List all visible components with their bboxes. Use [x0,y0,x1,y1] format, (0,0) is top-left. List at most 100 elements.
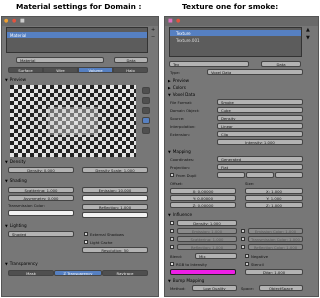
preview-type-sphere[interactable] [142,87,150,94]
tab-halo[interactable]: Halo [113,67,148,73]
source-dropdown[interactable]: Density [217,115,303,121]
texture-data-dropdown[interactable]: Data [261,61,301,67]
material-name-field[interactable]: Material [16,57,104,63]
tab-wire[interactable]: Wire [43,67,78,73]
reflection-influence-field[interactable]: Reflection: 1.000 [177,244,237,250]
offset-x-field[interactable]: X: 0.00000 [170,188,236,194]
scattering-influence-checkbox[interactable] [170,237,174,241]
material-slot-selected[interactable]: Material [7,32,147,38]
stencil-checkbox[interactable] [245,262,249,266]
lighting-section-header[interactable]: ▼ Lighting [2,222,158,229]
external-shadows-checkbox[interactable] [84,232,88,236]
preview-type-cube[interactable] [142,97,150,104]
from-dupli-checkbox[interactable] [170,173,174,177]
offset-z-field[interactable]: Z: 0.00000 [170,202,236,208]
dvar-field[interactable]: DVar: 1.000 [245,269,303,275]
emission-color-swatch[interactable] [82,195,148,201]
transmission-color-influence-checkbox[interactable] [241,237,245,241]
tab-surface[interactable]: Surface [8,67,43,73]
emission-influence-checkbox[interactable] [170,229,174,233]
offset-y-field[interactable]: Y: 0.00000 [170,195,236,201]
projection-label: Projection: [170,165,191,170]
remove-slot-icon[interactable]: − [151,35,155,40]
texture-icon[interactable]: ■ [168,19,173,24]
transmission-color-influence-field[interactable]: Transmission Color: 1.000 [248,236,303,242]
influence-section-header[interactable]: ▼ Influence [165,211,318,218]
transmission-color-swatch[interactable] [8,210,74,216]
texture-name-field[interactable]: Tex [169,61,249,67]
negative-checkbox[interactable] [245,254,249,258]
light-cache-label: Light Cache [90,240,113,245]
cube-icon[interactable]: ■ [20,19,25,24]
transparency-section-header[interactable]: ▼ Transparency [2,260,158,267]
reflection-color-influence-field[interactable]: Reflection Color: 1.000 [248,244,303,250]
emission-color-influence-field[interactable]: Emission Color: 1.000 [248,228,303,234]
space-dropdown[interactable]: ObjectSpace [259,285,303,291]
trans-tab-raytrace[interactable]: Raytrace [102,270,148,276]
size-y-field[interactable]: Y: 1.000 [245,195,303,201]
checker-preview [10,85,136,157]
expand-icon: ▶ [168,78,171,83]
collapse-icon: ▼ [168,92,171,97]
reflection-influence-checkbox[interactable] [170,245,174,249]
lighting-mode-dropdown[interactable]: Shaded [8,231,74,237]
material-icon[interactable]: ● [12,19,16,24]
material-slot-list[interactable]: Material [6,27,148,53]
preview-type-monkey[interactable] [142,107,150,114]
resolution-field[interactable]: Resolution: 50 [82,247,148,253]
preview-type-sky[interactable] [142,117,150,124]
size-x-field[interactable]: X: 1.000 [245,188,303,194]
data-dropdown[interactable]: Data [114,57,148,63]
density-influence-field[interactable]: Density: 1.000 [177,220,237,226]
bump-mapping-section-header[interactable]: ▼ Bump Mapping [165,277,318,284]
colors-section-header[interactable]: ▶ Colors [165,84,318,91]
projection-dropdown[interactable]: Flat [217,164,303,170]
scattering-field[interactable]: Scattering: 1.000 [8,187,74,193]
trans-tab-ztransparency[interactable]: Z Transparency [54,270,102,276]
asymmetry-field[interactable]: Asymmetry: 0.000 [8,195,74,201]
size-z-field[interactable]: Z: 1.000 [245,202,303,208]
light-cache-checkbox[interactable] [84,240,88,244]
trans-tab-mask[interactable]: Mask [8,270,54,276]
interpolation-dropdown[interactable]: Linear [217,123,303,129]
reflection-color-influence-checkbox[interactable] [241,245,245,249]
rgb-to-intensity-checkbox[interactable] [170,262,174,266]
extension-dropdown[interactable]: Clip [217,131,303,137]
preview-section-header[interactable]: ▶ Preview [165,77,318,84]
color-swatch-magenta[interactable] [170,269,236,275]
type-dropdown[interactable]: Voxel Data [207,69,303,75]
reflection-field[interactable]: Reflection: 1.000 [82,204,148,210]
emission-field[interactable]: Emission: 10.000 [82,187,148,193]
preview-section-header[interactable]: ▼ Preview [2,76,158,83]
reflection-color-swatch[interactable] [82,212,148,218]
emission-influence-field[interactable]: Emission: 1.000 [177,228,237,234]
tab-volume[interactable]: Volume [78,67,113,73]
mapping-section-header[interactable]: ▼ Mapping [165,148,318,155]
material-icon[interactable]: ● [176,19,180,24]
method-dropdown[interactable]: Low Quality [192,285,237,291]
voxel-data-section-header[interactable]: ▼ Voxel Data [165,91,318,98]
move-down-icon[interactable]: ▼ [306,36,310,41]
domain-object-field[interactable]: Cube [217,107,303,113]
coordinates-dropdown[interactable]: Generated [217,156,303,162]
move-up-icon[interactable]: ▲ [306,28,310,33]
add-slot-icon[interactable]: + [151,28,155,33]
density-scale-field[interactable]: Density Scale: 1.000 [82,167,148,173]
file-format-dropdown[interactable]: Smoke [217,99,303,105]
mapping-y-toggle[interactable] [246,172,274,178]
blend-dropdown[interactable]: Mix [195,253,237,259]
emission-color-influence-checkbox[interactable] [241,229,245,233]
scattering-influence-field[interactable]: Scattering: 1.000 [177,236,237,242]
density-influence-checkbox[interactable] [170,221,174,225]
mapping-z-toggle[interactable] [275,172,303,178]
object-icon[interactable]: ● [4,19,8,24]
texture-slot-2[interactable]: Texture.001 [170,37,301,43]
shading-section-header[interactable]: ▼ Shading [2,177,158,184]
texture-slot-list[interactable]: Texture Texture.001 [169,27,302,57]
intensity-field[interactable]: Intensity: 1.000 [217,139,303,145]
mapping-x-toggle[interactable] [217,172,245,178]
preview-type-flat[interactable] [142,127,150,134]
density-field[interactable]: Density: 0.000 [8,167,74,173]
texture-slot-1[interactable]: Texture [170,30,301,36]
density-section-header[interactable]: ▼ Density [2,158,158,165]
